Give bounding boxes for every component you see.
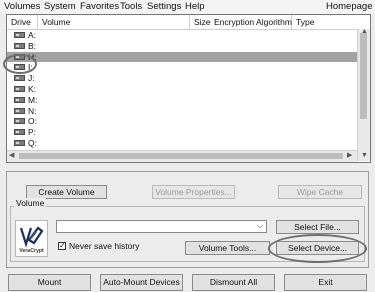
drive-letter: K:: [28, 84, 37, 94]
select-file-button[interactable]: Select File...: [276, 220, 359, 234]
menu-bar: Volumes System Favorites Tools Settings …: [0, 0, 375, 14]
drive-letter: A:: [28, 30, 37, 40]
create-volume-button[interactable]: Create Volume: [26, 185, 107, 199]
horizontal-scroll-thumb[interactable]: [19, 153, 343, 159]
drive-icon: [14, 118, 25, 125]
menu-help[interactable]: Help: [185, 1, 205, 12]
scroll-down-icon[interactable]: ▼: [361, 152, 368, 160]
drive-row[interactable]: O:: [7, 116, 357, 127]
drive-icon: [14, 32, 25, 38]
column-encryption-algorithm[interactable]: Encryption Algorithm: [210, 15, 292, 29]
menu-tools[interactable]: Tools: [120, 1, 142, 12]
auto-mount-devices-button[interactable]: Auto-Mount Devices: [100, 274, 183, 291]
drive-icon: [14, 96, 25, 103]
drive-letter: O:: [28, 116, 37, 127]
drive-row[interactable]: K:: [7, 84, 357, 95]
menu-settings[interactable]: Settings: [147, 1, 181, 12]
scroll-right-icon[interactable]: ▶: [347, 152, 352, 160]
homepage-link[interactable]: Homepage: [326, 1, 372, 12]
drive-row[interactable]: P:: [7, 127, 357, 138]
vertical-scrollbar[interactable]: ▲ ▼: [357, 28, 370, 161]
drive-icon: [14, 75, 25, 82]
never-save-history-checkbox[interactable]: ✓: [58, 242, 66, 250]
wipe-cache-button[interactable]: Wipe Cache: [278, 185, 362, 199]
volume-group-label: Volume: [14, 198, 47, 208]
veracrypt-logo-icon: VeraCrypt: [19, 226, 44, 254]
drive-icon: [14, 64, 25, 71]
drive-letter: J:: [28, 73, 35, 84]
drive-letter: I:: [28, 62, 33, 73]
drive-row[interactable]: M:: [7, 95, 357, 106]
drive-letter: H:: [28, 51, 37, 62]
drive-row[interactable]: J:: [7, 73, 357, 84]
drive-row[interactable]: N:: [7, 106, 357, 117]
veracrypt-logo: VeraCrypt: [15, 220, 48, 257]
never-save-history-label: Never save history: [69, 241, 140, 251]
vertical-scroll-thumb[interactable]: [360, 33, 367, 119]
menu-favorites[interactable]: Favorites: [80, 1, 119, 12]
column-type[interactable]: Type: [292, 15, 357, 29]
volume-tools-button[interactable]: Volume Tools...: [185, 241, 270, 255]
menu-volumes[interactable]: Volumes: [4, 1, 40, 12]
drive-letter: Q:: [28, 138, 37, 148]
drive-row[interactable]: H:: [7, 51, 357, 63]
horizontal-scrollbar[interactable]: ◀ ▶: [7, 150, 357, 162]
drive-letter: P:: [28, 127, 37, 138]
drive-icon: [14, 86, 25, 92]
svg-text:VeraCrypt: VeraCrypt: [19, 248, 44, 254]
scroll-left-icon[interactable]: ◀: [9, 152, 14, 160]
dismount-all-button[interactable]: Dismount All: [192, 274, 275, 291]
column-drive[interactable]: Drive: [7, 15, 38, 29]
drive-letter: N:: [28, 105, 37, 116]
column-volume[interactable]: Volume: [38, 15, 190, 29]
drive-icon: [14, 129, 25, 136]
chevron-down-icon[interactable]: ⌵: [257, 221, 263, 231]
drive-letter: M:: [28, 94, 38, 105]
exit-button[interactable]: Exit: [284, 274, 367, 291]
drive-icon: [14, 53, 25, 60]
column-size[interactable]: Size: [190, 15, 211, 29]
volume-path-combobox[interactable]: ⌵: [56, 220, 267, 233]
volume-list-header: Drive Volume Size Encryption Algorithm T…: [7, 15, 370, 30]
drive-row[interactable]: B:: [7, 41, 357, 52]
menu-system[interactable]: System: [44, 1, 76, 12]
drive-row[interactable]: A:: [7, 30, 357, 41]
drive-icon: [14, 42, 25, 49]
drive-row[interactable]: I:: [7, 62, 357, 73]
drive-letter: B:: [28, 40, 37, 51]
drive-icon: [14, 107, 25, 114]
volume-properties-button[interactable]: Volume Properties...: [152, 185, 235, 199]
bottom-button-bar: Mount Auto-Mount Devices Dismount All Ex…: [0, 270, 375, 292]
drive-row[interactable]: Q:: [7, 138, 357, 149]
drive-icon: [14, 140, 25, 146]
select-device-button[interactable]: Select Device...: [276, 241, 359, 255]
mount-button[interactable]: Mount: [8, 274, 91, 291]
volume-list[interactable]: Drive Volume Size Encryption Algorithm T…: [6, 14, 371, 163]
